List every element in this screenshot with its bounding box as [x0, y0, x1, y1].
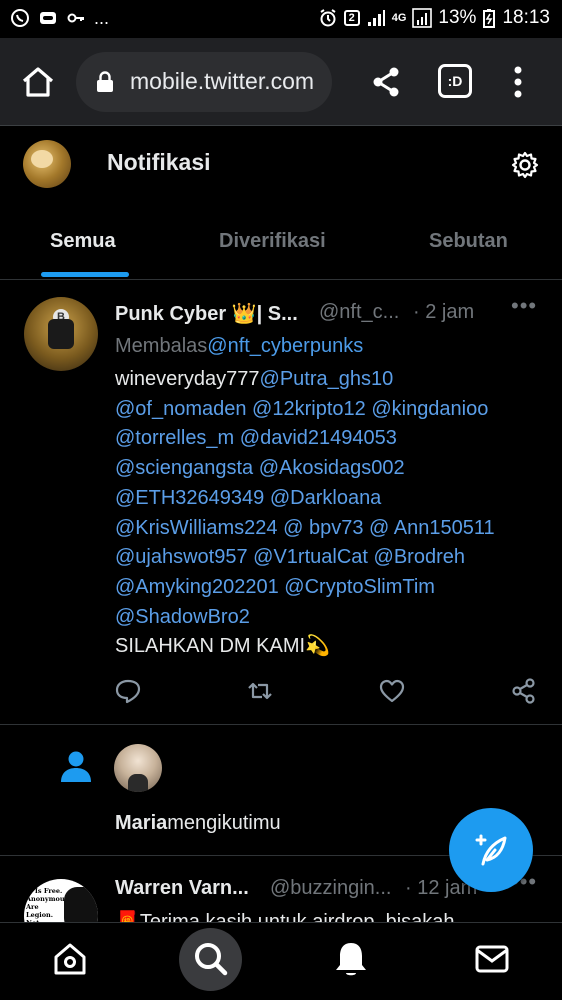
- notification-tabs: Semua Diverifikasi Sebutan: [0, 210, 562, 280]
- tweet-text: SILAHKAN DM KAMI💫: [115, 635, 330, 658]
- avatar-face: [48, 319, 74, 349]
- retweet-icon[interactable]: [246, 677, 274, 705]
- reply-icon[interactable]: [114, 677, 142, 705]
- tweet-more-button[interactable]: •••: [511, 293, 537, 319]
- tweet-body-line: @of_nomaden @12kripto12 @kingdanioo: [115, 395, 555, 425]
- mention-link[interactable]: @sciengangsta @Akosidags002: [115, 457, 405, 479]
- active-tab-indicator: [41, 272, 129, 277]
- reply-context: Membalas@nft_cyberpunks: [115, 335, 363, 358]
- tweet-body-line: @sciengangsta @Akosidags002: [115, 454, 555, 484]
- tab-diverifikasi[interactable]: Diverifikasi: [219, 230, 326, 253]
- clock: 18:13: [502, 7, 550, 28]
- home-icon[interactable]: [18, 62, 58, 102]
- mention-link[interactable]: @KrisWilliams224 @ bpv73 @ Ann150511: [115, 517, 495, 539]
- avatar[interactable]: ie Is Free. Anonymous. Are Legion. Not F…: [24, 879, 98, 922]
- tweet-body-line: SILAHKAN DM KAMI💫: [115, 632, 555, 662]
- tweet-actions: [0, 677, 562, 707]
- tweet-author-handle[interactable]: @buzzingin...: [270, 877, 391, 900]
- avatar[interactable]: B: [24, 297, 98, 371]
- tweet-author-name[interactable]: Punk Cyber 👑| S...: [115, 303, 298, 325]
- compose-icon: [475, 834, 507, 866]
- tabs-icon[interactable]: :D: [438, 64, 472, 98]
- mention-link[interactable]: @ETH32649349 @Darkloana: [115, 487, 381, 509]
- tab-sebutan[interactable]: Sebutan: [429, 230, 508, 253]
- tweet-author-name[interactable]: Warren Varn...: [115, 877, 249, 899]
- tweet-body-line: @ETH32649349 @Darkloana: [115, 484, 555, 514]
- signal-icon: [367, 10, 385, 26]
- url-bar[interactable]: mobile.twitter.com: [76, 52, 332, 112]
- mention-link[interactable]: @ShadowBro2: [115, 606, 250, 628]
- tweet-body-line: @Amyking202201 @CryptoSlimTim: [115, 573, 555, 603]
- mention-link[interactable]: @Amyking202201 @CryptoSlimTim: [115, 576, 435, 598]
- network-type: 4G: [391, 12, 407, 24]
- battery-percent: 13%: [438, 7, 477, 28]
- tweet[interactable]: B Punk Cyber 👑| S... @nft_c... · 2 jam •…: [0, 281, 562, 725]
- like-icon[interactable]: [378, 677, 406, 705]
- status-right-icons: 2 4G 13% 18:13: [318, 7, 550, 29]
- reply-to-link[interactable]: @nft_cyberpunks: [207, 335, 363, 357]
- status-more-dots: ...: [94, 8, 110, 28]
- mention-link[interactable]: @of_nomaden @12kripto12 @kingdanioo: [115, 398, 488, 420]
- avatar[interactable]: [114, 744, 162, 792]
- person-icon: [61, 751, 91, 782]
- tweet-body-line: @torrelles_m @david21494053: [115, 424, 555, 454]
- follower-name[interactable]: Maria: [115, 812, 167, 834]
- avatar[interactable]: [23, 140, 71, 188]
- whatsapp-icon: [11, 9, 29, 27]
- sim-badge: 2: [343, 10, 360, 26]
- share-icon[interactable]: [366, 62, 406, 102]
- alarm-icon: [320, 9, 336, 27]
- tab-semua[interactable]: Semua: [50, 230, 116, 253]
- follow-text: Mariamengikutimu: [115, 812, 281, 835]
- bell-icon[interactable]: [331, 939, 371, 979]
- follow-action: mengikutimu: [167, 812, 281, 834]
- compose-button[interactable]: [449, 808, 533, 892]
- tweet-text: wineveryday777: [115, 368, 260, 390]
- reply-prefix: Membalas: [115, 335, 208, 357]
- tweet-header: Punk Cyber 👑| S... @nft_c... · 2 jam •••: [115, 293, 545, 331]
- page-title: Notifikasi: [107, 149, 211, 175]
- tweet-author-handle[interactable]: @nft_c...: [319, 301, 399, 324]
- key-icon: [67, 13, 84, 23]
- share-tweet-icon[interactable]: [510, 677, 538, 705]
- tweet-body: wineveryday777@Putra_ghs10 @of_nomaden @1…: [115, 365, 555, 662]
- tweet-body: 🧧Terima kasih untuk airdrop, bisakah: [115, 911, 455, 922]
- mention-link[interactable]: @torrelles_m @david21494053: [115, 427, 397, 449]
- bottom-nav: [0, 922, 562, 1000]
- lock-icon: [97, 71, 113, 92]
- tweet-body-line: wineveryday777@Putra_ghs10: [115, 365, 555, 395]
- url-text[interactable]: mobile.twitter.com: [130, 68, 314, 95]
- tweet-body-line: @KrisWilliams224 @ bpv73 @ Ann150511: [115, 514, 555, 544]
- mention-link[interactable]: @Putra_ghs10: [260, 368, 394, 390]
- tweet-body-line: @ujahswot957 @V1rtualCat @Brodreh: [115, 543, 555, 573]
- status-left-icons: ...: [10, 8, 109, 28]
- mention-link[interactable]: @ujahswot957 @V1rtualCat @Brodreh: [115, 546, 465, 568]
- tweet-body-line: @ShadowBro2: [115, 603, 555, 633]
- tweet-time[interactable]: · 2 jam: [413, 301, 474, 324]
- avatar-mask: [64, 887, 98, 922]
- mail-icon[interactable]: [472, 939, 512, 979]
- home-icon[interactable]: [50, 939, 90, 979]
- more-vert-icon[interactable]: [508, 64, 528, 100]
- browser-toolbar: mobile.twitter.com :D: [0, 38, 562, 126]
- gear-icon[interactable]: [510, 150, 540, 180]
- notifications-header: Notifikasi Semua Diverifikasi Sebutan: [0, 126, 562, 280]
- signal-icon-2: [412, 8, 433, 28]
- notification-icon: [40, 12, 56, 24]
- search-icon[interactable]: [191, 939, 231, 979]
- status-bar: ... 2 4G 13% 18:13: [0, 0, 562, 38]
- battery-icon: [483, 9, 496, 28]
- avatar-text: ie Is Free. Anonymous. Are Legion. Not F…: [26, 887, 71, 922]
